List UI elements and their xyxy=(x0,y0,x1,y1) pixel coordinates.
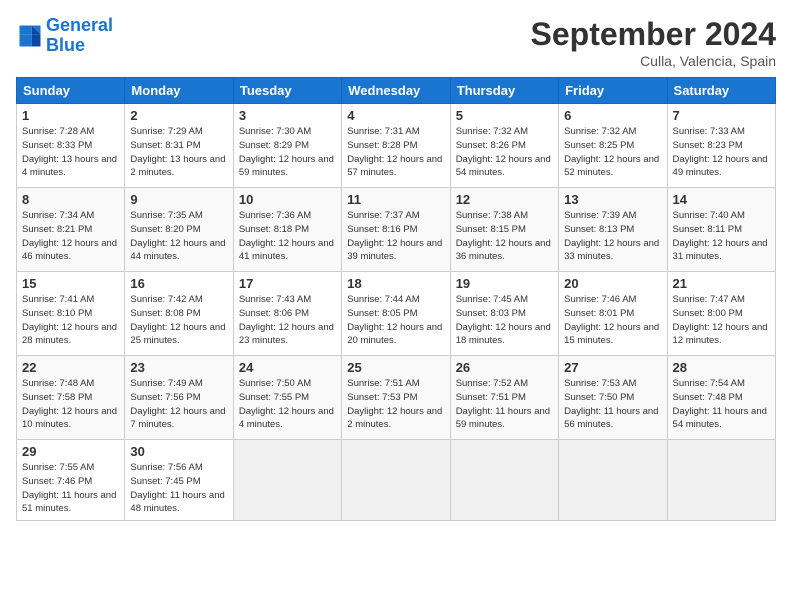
table-row: 11Sunrise: 7:37 AMSunset: 8:16 PMDayligh… xyxy=(342,188,450,272)
table-row: 10Sunrise: 7:36 AMSunset: 8:18 PMDayligh… xyxy=(233,188,341,272)
table-row: 8Sunrise: 7:34 AMSunset: 8:21 PMDaylight… xyxy=(17,188,125,272)
calendar-header-row: Sunday Monday Tuesday Wednesday Thursday… xyxy=(17,78,776,104)
table-row: 2Sunrise: 7:29 AMSunset: 8:31 PMDaylight… xyxy=(125,104,233,188)
table-row: 14Sunrise: 7:40 AMSunset: 8:11 PMDayligh… xyxy=(667,188,775,272)
table-row: 20Sunrise: 7:46 AMSunset: 8:01 PMDayligh… xyxy=(559,272,667,356)
col-wednesday: Wednesday xyxy=(342,78,450,104)
logo-blue: Blue xyxy=(46,36,113,56)
table-row: 30Sunrise: 7:56 AMSunset: 7:45 PMDayligh… xyxy=(125,440,233,521)
logo-general: General xyxy=(46,15,113,35)
header: General Blue September 2024 Culla, Valen… xyxy=(16,16,776,69)
table-row: 17Sunrise: 7:43 AMSunset: 8:06 PMDayligh… xyxy=(233,272,341,356)
table-row: 21Sunrise: 7:47 AMSunset: 8:00 PMDayligh… xyxy=(667,272,775,356)
col-friday: Friday xyxy=(559,78,667,104)
calendar-table: Sunday Monday Tuesday Wednesday Thursday… xyxy=(16,77,776,521)
month-title: September 2024 xyxy=(531,16,776,53)
table-row: 19Sunrise: 7:45 AMSunset: 8:03 PMDayligh… xyxy=(450,272,558,356)
logo-icon xyxy=(16,22,44,50)
location-subtitle: Culla, Valencia, Spain xyxy=(531,53,776,69)
table-row: 3Sunrise: 7:30 AMSunset: 8:29 PMDaylight… xyxy=(233,104,341,188)
table-row: 23Sunrise: 7:49 AMSunset: 7:56 PMDayligh… xyxy=(125,356,233,440)
table-row: 18Sunrise: 7:44 AMSunset: 8:05 PMDayligh… xyxy=(342,272,450,356)
table-row: 29Sunrise: 7:55 AMSunset: 7:46 PMDayligh… xyxy=(17,440,125,521)
table-row: 22Sunrise: 7:48 AMSunset: 7:58 PMDayligh… xyxy=(17,356,125,440)
table-row: 9Sunrise: 7:35 AMSunset: 8:20 PMDaylight… xyxy=(125,188,233,272)
table-row: 26Sunrise: 7:52 AMSunset: 7:51 PMDayligh… xyxy=(450,356,558,440)
table-row: 1Sunrise: 7:28 AMSunset: 8:33 PMDaylight… xyxy=(17,104,125,188)
table-row: 15Sunrise: 7:41 AMSunset: 8:10 PMDayligh… xyxy=(17,272,125,356)
table-row: 25Sunrise: 7:51 AMSunset: 7:53 PMDayligh… xyxy=(342,356,450,440)
table-row: 4Sunrise: 7:31 AMSunset: 8:28 PMDaylight… xyxy=(342,104,450,188)
col-sunday: Sunday xyxy=(17,78,125,104)
table-row: 5Sunrise: 7:32 AMSunset: 8:26 PMDaylight… xyxy=(450,104,558,188)
table-row: 28Sunrise: 7:54 AMSunset: 7:48 PMDayligh… xyxy=(667,356,775,440)
col-saturday: Saturday xyxy=(667,78,775,104)
logo-text: General Blue xyxy=(46,16,113,56)
table-row: 7Sunrise: 7:33 AMSunset: 8:23 PMDaylight… xyxy=(667,104,775,188)
title-block: September 2024 Culla, Valencia, Spain xyxy=(531,16,776,69)
col-thursday: Thursday xyxy=(450,78,558,104)
table-row: 13Sunrise: 7:39 AMSunset: 8:13 PMDayligh… xyxy=(559,188,667,272)
table-row: 6Sunrise: 7:32 AMSunset: 8:25 PMDaylight… xyxy=(559,104,667,188)
table-row: 24Sunrise: 7:50 AMSunset: 7:55 PMDayligh… xyxy=(233,356,341,440)
col-tuesday: Tuesday xyxy=(233,78,341,104)
logo: General Blue xyxy=(16,16,113,56)
col-monday: Monday xyxy=(125,78,233,104)
table-row: 16Sunrise: 7:42 AMSunset: 8:08 PMDayligh… xyxy=(125,272,233,356)
table-row: 27Sunrise: 7:53 AMSunset: 7:50 PMDayligh… xyxy=(559,356,667,440)
page: General Blue September 2024 Culla, Valen… xyxy=(0,0,792,612)
table-row: 12Sunrise: 7:38 AMSunset: 8:15 PMDayligh… xyxy=(450,188,558,272)
